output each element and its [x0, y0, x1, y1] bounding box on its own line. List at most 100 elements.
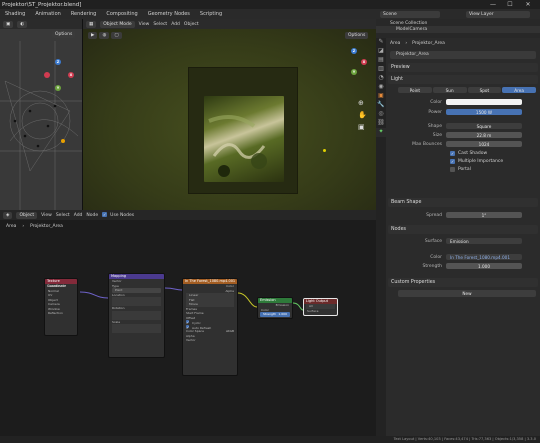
editor-type-icon[interactable]: ▦	[86, 20, 97, 28]
menu-object[interactable]: Object	[184, 22, 199, 27]
light-type-area[interactable]: Area	[502, 87, 536, 93]
left-viewport[interactable]: ▣ ◐ Options Z X Y	[0, 19, 82, 210]
main-gizmo-z[interactable]: Z	[351, 48, 357, 54]
tab-animation[interactable]: Animation	[30, 11, 66, 17]
shape-row: Shape Square	[386, 122, 540, 130]
light-panel-header[interactable]: Light	[388, 75, 538, 84]
zoom-icon[interactable]: ⊕	[358, 99, 364, 107]
nodes-panel-header[interactable]: Nodes	[388, 225, 538, 234]
camera-icon[interactable]: ▣	[358, 123, 365, 131]
object-mode-dropdown[interactable]: Object Mode	[100, 20, 135, 28]
shape-label: Shape	[427, 123, 442, 129]
view-layer-tab-icon[interactable]: ▥	[376, 65, 386, 74]
node-image-texture[interactable]: In The Forest_1080.mp4.001 Color Alpha L…	[182, 278, 238, 376]
cast-shadow-checkbox[interactable]: ✓ Cast Shadow	[386, 149, 540, 157]
emission-strength[interactable]: Strength 1.000	[260, 312, 290, 317]
box-icon[interactable]: ▢	[111, 32, 122, 39]
multiple-importance-label: Multiple Importance	[458, 158, 504, 164]
scene-selector[interactable]: Scene	[380, 10, 440, 18]
status-bar: Text Layout | Verts:40,103 | Faces:43,47…	[0, 436, 540, 443]
portal-checkbox[interactable]: Portal	[386, 165, 540, 173]
minimize-button[interactable]: —	[486, 0, 500, 9]
spread-field[interactable]: 1°	[446, 212, 522, 218]
left-viewport-options[interactable]: Options	[52, 31, 76, 38]
menu-select[interactable]: Select	[153, 22, 167, 27]
color-swatch[interactable]	[446, 99, 522, 105]
gizmo-y[interactable]: Y	[55, 85, 61, 91]
world-tab-icon[interactable]: ◉	[376, 83, 386, 92]
mapping-scale-field-2[interactable]	[112, 328, 161, 333]
outliner-row-model[interactable]: ModelCamera	[376, 26, 540, 33]
light-type-point[interactable]: Point	[398, 87, 432, 93]
foliage-art	[208, 115, 267, 177]
custom-properties-panel-header[interactable]: Custom Properties	[388, 278, 538, 287]
max-bounces-field[interactable]: 1024	[446, 141, 522, 147]
hand-icon[interactable]: ✋	[358, 111, 367, 119]
tab-rendering[interactable]: Rendering	[66, 11, 102, 17]
size-field[interactable]: 22.8 m	[446, 132, 522, 138]
props-chevron-icon: ›	[405, 41, 408, 46]
constraint-tab-icon[interactable]: ⛓	[376, 119, 386, 128]
node-emission[interactable]: Emission Emission Color Strength 1.000	[257, 297, 293, 319]
tab-geometry-nodes[interactable]: Geometry Nodes	[143, 11, 195, 17]
beam-shape-panel-header[interactable]: Beam Shape	[388, 198, 538, 207]
modifier-tab-icon[interactable]: 🔧	[376, 101, 386, 110]
tab-compositing[interactable]: Compositing	[101, 11, 142, 17]
shading-icon[interactable]: ◍	[99, 32, 110, 39]
main-gizmo-x[interactable]: X	[361, 59, 367, 65]
light-type-sun[interactable]: Sun	[432, 87, 467, 93]
gizmo-z[interactable]: Z	[55, 59, 61, 65]
light-origin-dot[interactable]	[323, 149, 326, 152]
main-viewport-options[interactable]: Options	[345, 32, 369, 39]
strength-row: Strength 1.000	[386, 262, 540, 270]
scene-tab-icon[interactable]: ◔	[376, 74, 386, 83]
light-data-tab-icon[interactable]: ✦	[376, 128, 386, 137]
node-mapping[interactable]: Mapping Vector Type Point Location Rotat…	[108, 273, 165, 358]
surface-shader-field[interactable]: Emission	[446, 238, 522, 244]
surface-label: Surface	[424, 238, 442, 244]
new-property-button[interactable]: New	[398, 290, 536, 297]
output-surface[interactable]: Surface	[304, 309, 337, 314]
render-tab-icon[interactable]: ◪	[376, 47, 386, 56]
tool-tab-icon[interactable]: ✎	[376, 38, 386, 47]
scene-label: Scene	[383, 11, 397, 17]
shape-dropdown[interactable]: Square	[446, 123, 522, 129]
image-vector-input[interactable]: Vector	[183, 338, 237, 343]
main-viewport[interactable]: ▦ Object Mode View Select Add Object ▶ ◍…	[83, 19, 376, 210]
light-datablock-name[interactable]: Projektor_Area	[390, 51, 536, 59]
view-icon[interactable]: ▣	[3, 20, 14, 28]
properties-tab-strip: ✎ ◪ ▤ ▥ ◔ ◉ ▣ 🔧 ◎ ⛓ ✦	[376, 38, 386, 443]
emission-strength-value: 1.000	[278, 312, 287, 316]
menu-view[interactable]: View	[139, 22, 150, 27]
gizmo-x-pos[interactable]: X	[68, 72, 74, 78]
output-tab-icon[interactable]: ▤	[376, 56, 386, 65]
object-tab-icon[interactable]: ▣	[376, 92, 386, 101]
maximize-button[interactable]: ☐	[503, 0, 517, 9]
color-row: Color	[386, 98, 540, 106]
menu-add[interactable]: Add	[171, 22, 180, 27]
tab-scripting[interactable]: Scripting	[195, 11, 227, 17]
power-field[interactable]: 1500 W	[446, 109, 522, 115]
outliner-row-scene-collection[interactable]: Scene Collection	[376, 19, 540, 26]
main-gizmo-y[interactable]: Y	[351, 69, 357, 75]
multiple-importance-checkbox[interactable]: ✓ Multiple Importance	[386, 157, 540, 165]
node-light-output[interactable]: Light Output All Surface	[303, 298, 338, 316]
socket-reflection[interactable]: Reflection	[45, 311, 77, 316]
node-texture-coordinate[interactable]: Texture Coordinate Generated Normal UV O…	[44, 278, 78, 336]
physics-tab-icon[interactable]: ◎	[376, 110, 386, 119]
props-breadcrumb-object[interactable]: Projektor_Area	[412, 41, 445, 46]
node-editor[interactable]: ◈ Object View Select Add Node ✓ Use Nodes…	[0, 210, 376, 436]
play-icon[interactable]: ▶	[88, 32, 98, 39]
node-color-row: Color In The Forest_1080.mp4.001	[386, 253, 540, 261]
light-type-spot[interactable]: Spot	[467, 87, 502, 93]
preview-panel-header[interactable]: Preview	[388, 63, 538, 72]
tab-shading[interactable]: Shading	[0, 11, 30, 17]
props-breadcrumb-area[interactable]: Area	[390, 41, 400, 46]
node-color-link-field[interactable]: In The Forest_1080.mp4.001	[446, 254, 522, 260]
overlay-icon[interactable]: ◐	[17, 20, 28, 28]
view-layer-selector[interactable]: View Layer	[466, 10, 530, 18]
viewport-canvas: ▶ ◍ ▢ Options	[83, 29, 376, 210]
close-button[interactable]: ✕	[521, 0, 535, 9]
gizmo-x[interactable]	[44, 72, 50, 78]
strength-field[interactable]: 1.000	[446, 263, 522, 269]
